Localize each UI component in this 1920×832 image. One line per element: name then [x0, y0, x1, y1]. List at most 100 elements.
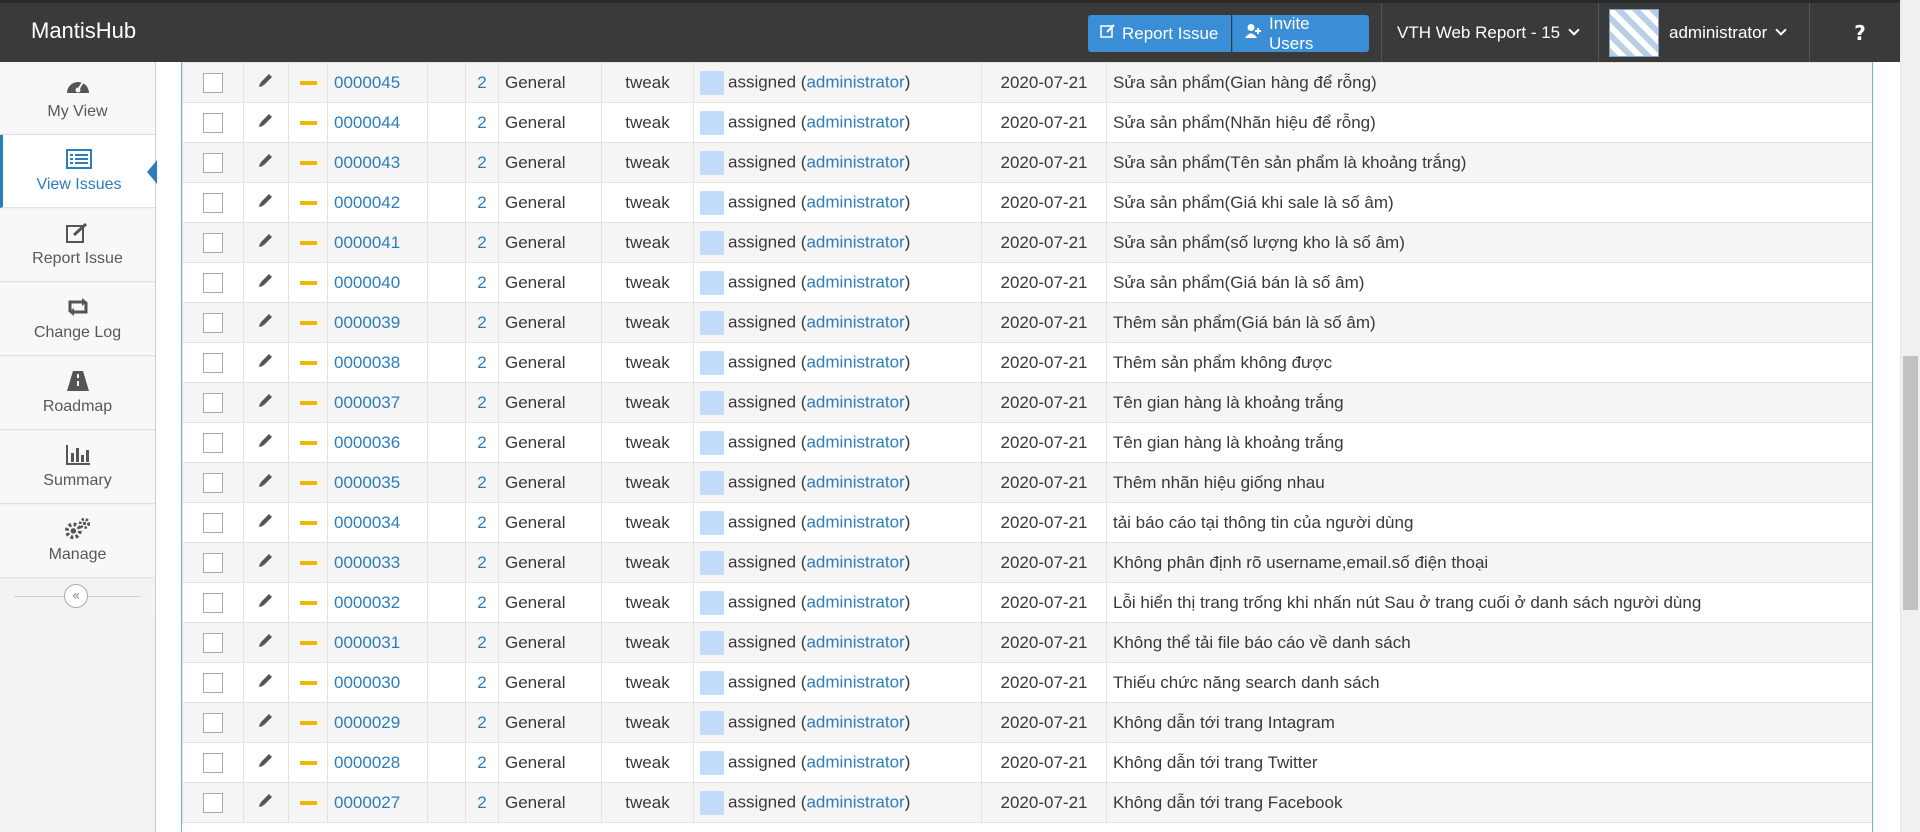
notes-count-link[interactable]: 2 — [477, 353, 486, 372]
collapse-sidebar-button[interactable]: « — [64, 584, 88, 608]
notes-count-link[interactable]: 2 — [477, 593, 486, 612]
notes-count-link[interactable]: 2 — [477, 433, 486, 452]
row-checkbox[interactable] — [203, 152, 223, 173]
row-checkbox[interactable] — [203, 232, 223, 253]
pencil-icon[interactable] — [257, 74, 275, 93]
handler-link[interactable]: administrator — [806, 792, 904, 811]
row-checkbox[interactable] — [203, 192, 223, 213]
pencil-icon[interactable] — [257, 714, 275, 733]
pencil-icon[interactable] — [257, 674, 275, 693]
handler-link[interactable]: administrator — [806, 592, 904, 611]
sidebar-item-roadmap[interactable]: Roadmap — [0, 357, 155, 430]
row-checkbox[interactable] — [203, 112, 223, 133]
row-checkbox[interactable] — [203, 552, 223, 573]
issue-id-link[interactable]: 0000039 — [334, 313, 400, 332]
handler-link[interactable]: administrator — [806, 672, 904, 691]
handler-link[interactable]: administrator — [806, 752, 904, 771]
row-checkbox[interactable] — [203, 72, 223, 93]
pencil-icon[interactable] — [257, 314, 275, 333]
issue-id-link[interactable]: 0000041 — [334, 233, 400, 252]
pencil-icon[interactable] — [257, 594, 275, 613]
issue-id-link[interactable]: 0000028 — [334, 753, 400, 772]
notes-count-link[interactable]: 2 — [477, 553, 486, 572]
sidebar-item-report-issue[interactable]: Report Issue — [0, 209, 155, 282]
handler-link[interactable]: administrator — [806, 312, 904, 331]
handler-link[interactable]: administrator — [806, 712, 904, 731]
sidebar-item-view-issues[interactable]: View Issues — [0, 135, 157, 208]
sidebar-item-change-log[interactable]: Change Log — [0, 283, 155, 356]
row-checkbox[interactable] — [203, 752, 223, 773]
notes-count-link[interactable]: 2 — [477, 713, 486, 732]
issue-id-link[interactable]: 0000040 — [334, 273, 400, 292]
issue-id-link[interactable]: 0000030 — [334, 673, 400, 692]
issue-id-link[interactable]: 0000032 — [334, 593, 400, 612]
handler-link[interactable]: administrator — [806, 632, 904, 651]
handler-link[interactable]: administrator — [806, 152, 904, 171]
pencil-icon[interactable] — [257, 754, 275, 773]
row-checkbox[interactable] — [203, 592, 223, 613]
pencil-icon[interactable] — [257, 234, 275, 253]
page-scrollbar[interactable] — [1900, 0, 1920, 832]
notes-count-link[interactable]: 2 — [477, 753, 486, 772]
issue-id-link[interactable]: 0000037 — [334, 393, 400, 412]
pencil-icon[interactable] — [257, 634, 275, 653]
project-selector[interactable]: VTH Web Report - 15 — [1397, 3, 1580, 62]
pencil-icon[interactable] — [257, 354, 275, 373]
notes-count-link[interactable]: 2 — [477, 313, 486, 332]
row-checkbox[interactable] — [203, 712, 223, 733]
pencil-icon[interactable] — [257, 554, 275, 573]
pencil-icon[interactable] — [257, 434, 275, 453]
row-checkbox[interactable] — [203, 472, 223, 493]
notes-count-link[interactable]: 2 — [477, 633, 486, 652]
pencil-icon[interactable] — [257, 114, 275, 133]
handler-link[interactable]: administrator — [806, 432, 904, 451]
issue-id-link[interactable]: 0000034 — [334, 513, 400, 532]
issue-id-link[interactable]: 0000035 — [334, 473, 400, 492]
issue-id-link[interactable]: 0000036 — [334, 433, 400, 452]
help-button[interactable]: ? — [1830, 3, 1890, 62]
row-checkbox[interactable] — [203, 352, 223, 373]
row-checkbox[interactable] — [203, 512, 223, 533]
notes-count-link[interactable]: 2 — [477, 273, 486, 292]
pencil-icon[interactable] — [257, 794, 275, 813]
brand-logo[interactable]: MantisHub — [31, 18, 136, 44]
sidebar-item-manage[interactable]: Manage — [0, 505, 155, 578]
issue-id-link[interactable]: 0000042 — [334, 193, 400, 212]
handler-link[interactable]: administrator — [806, 352, 904, 371]
issue-id-link[interactable]: 0000044 — [334, 113, 400, 132]
notes-count-link[interactable]: 2 — [477, 393, 486, 412]
handler-link[interactable]: administrator — [806, 272, 904, 291]
pencil-icon[interactable] — [257, 394, 275, 413]
handler-link[interactable]: administrator — [806, 112, 904, 131]
row-checkbox[interactable] — [203, 392, 223, 413]
issue-id-link[interactable]: 0000045 — [334, 73, 400, 92]
issue-id-link[interactable]: 0000033 — [334, 553, 400, 572]
handler-link[interactable]: administrator — [806, 472, 904, 491]
user-menu[interactable]: administrator — [1609, 3, 1787, 62]
issue-id-link[interactable]: 0000038 — [334, 353, 400, 372]
row-checkbox[interactable] — [203, 672, 223, 693]
handler-link[interactable]: administrator — [806, 392, 904, 411]
row-checkbox[interactable] — [203, 792, 223, 813]
handler-link[interactable]: administrator — [806, 512, 904, 531]
scrollbar-thumb[interactable] — [1903, 356, 1918, 610]
notes-count-link[interactable]: 2 — [477, 513, 486, 532]
notes-count-link[interactable]: 2 — [477, 473, 486, 492]
pencil-icon[interactable] — [257, 194, 275, 213]
notes-count-link[interactable]: 2 — [477, 113, 486, 132]
issue-id-link[interactable]: 0000029 — [334, 713, 400, 732]
report-issue-button[interactable]: Report Issue — [1088, 15, 1231, 52]
issue-id-link[interactable]: 0000043 — [334, 153, 400, 172]
invite-users-button[interactable]: Invite Users — [1232, 14, 1369, 53]
notes-count-link[interactable]: 2 — [477, 73, 486, 92]
sidebar-item-my-view[interactable]: My View — [0, 62, 155, 135]
sidebar-item-summary[interactable]: Summary — [0, 431, 155, 504]
notes-count-link[interactable]: 2 — [477, 153, 486, 172]
row-checkbox[interactable] — [203, 432, 223, 453]
handler-link[interactable]: administrator — [806, 552, 904, 571]
row-checkbox[interactable] — [203, 272, 223, 293]
pencil-icon[interactable] — [257, 154, 275, 173]
notes-count-link[interactable]: 2 — [477, 673, 486, 692]
handler-link[interactable]: administrator — [806, 192, 904, 211]
issue-id-link[interactable]: 0000027 — [334, 793, 400, 812]
